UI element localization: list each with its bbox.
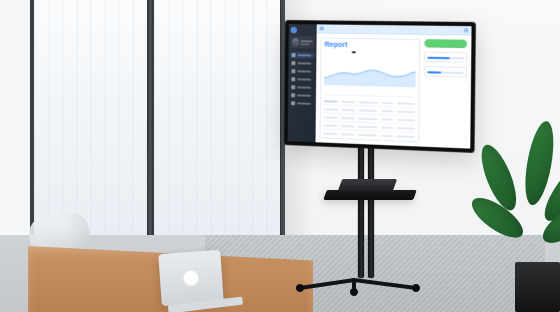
nav-icon [291, 85, 296, 90]
main: Report [315, 24, 472, 149]
nav-icon [291, 77, 296, 82]
page-title: Report [324, 41, 348, 50]
table-cell [380, 101, 394, 104]
nav-icon [291, 53, 296, 58]
topbar-left [319, 26, 326, 31]
tv-screen: Report [287, 24, 472, 149]
sidebar-item[interactable] [290, 52, 315, 59]
nav-icon [291, 101, 296, 106]
chart-tooltip [351, 51, 356, 54]
sidebar-nav [290, 52, 315, 107]
nav-icon [291, 69, 296, 74]
table-cell [358, 100, 378, 104]
report-card: Report [319, 37, 421, 143]
kpi-bar-track [427, 71, 464, 75]
tv-stand-base [292, 270, 424, 296]
kpi-title [427, 69, 463, 70]
nav-label [297, 62, 312, 65]
tv-stand-post [368, 138, 374, 278]
table-cell [396, 101, 416, 105]
nav-icon [291, 93, 296, 98]
table-cell [340, 108, 356, 111]
window-pane-right [150, 0, 285, 250]
kpi-title [427, 55, 463, 56]
tv-stand-post [358, 138, 364, 278]
report-table [323, 94, 416, 139]
table-cell [358, 108, 378, 112]
report-chart-svg [324, 59, 416, 88]
table-cell [396, 126, 416, 130]
user-details [300, 39, 313, 45]
kpi-bar-fill [427, 71, 441, 74]
tv-stand-base-graphic [296, 277, 420, 296]
kpi-bar-track [427, 56, 464, 60]
dashboard-app: Report [287, 24, 472, 149]
window-pane-left [30, 0, 155, 250]
report-chart [324, 59, 416, 88]
table-cell [340, 116, 356, 119]
page-subtitle [324, 51, 415, 53]
table-cell [341, 100, 356, 103]
table-cell [396, 110, 416, 113]
table-cell [380, 117, 394, 121]
table-cell [323, 115, 338, 119]
nav-label [296, 102, 311, 105]
nav-label [297, 86, 312, 89]
laptop [158, 249, 224, 307]
avatar [292, 38, 299, 47]
table-cell [323, 99, 339, 103]
nav-label [297, 94, 311, 97]
nav-label [297, 70, 312, 73]
nav-icon [291, 61, 296, 66]
tv-stand-shelf [323, 190, 417, 200]
table-cell [358, 117, 378, 120]
user-line [300, 39, 313, 42]
brand-logo-icon [290, 27, 297, 34]
nav-label [297, 78, 312, 81]
content: Report [315, 33, 471, 148]
window-mullion [147, 0, 153, 250]
shelf-device [337, 179, 398, 191]
scene: Report [0, 0, 560, 312]
sidebar-item[interactable] [290, 68, 314, 75]
table-cell [380, 134, 394, 137]
table-cell [323, 123, 338, 127]
kpi-bar-fill [427, 56, 450, 60]
table-cell [380, 125, 394, 129]
nav-label [297, 54, 312, 57]
table-cell [340, 132, 355, 136]
table-cell [323, 131, 338, 135]
table-cell [396, 118, 416, 122]
sidebar [287, 24, 317, 143]
menu-icon[interactable] [319, 26, 324, 31]
user-icon[interactable] [463, 28, 469, 33]
table-cell [380, 109, 394, 113]
kpi-card [424, 51, 467, 63]
apple-logo-icon [182, 269, 200, 287]
table-cell [358, 133, 378, 137]
tv: Report [283, 20, 476, 153]
sidebar-item[interactable] [290, 76, 314, 83]
kpi-card [424, 65, 467, 78]
sidebar-item[interactable] [290, 60, 314, 67]
table-cell [358, 125, 378, 128]
sidebar-brand [290, 27, 315, 34]
table-cell [396, 134, 416, 138]
user-line [300, 42, 310, 45]
sidebar-item[interactable] [290, 84, 314, 91]
sidebar-item[interactable] [290, 92, 314, 99]
table-cell [323, 107, 338, 111]
user-card [290, 36, 315, 49]
topbar-right [462, 28, 469, 33]
table-cell [340, 124, 356, 128]
sidebar-item[interactable] [290, 100, 314, 107]
planter [515, 262, 560, 312]
right-panel [423, 39, 468, 144]
primary-action-button[interactable] [424, 39, 468, 49]
